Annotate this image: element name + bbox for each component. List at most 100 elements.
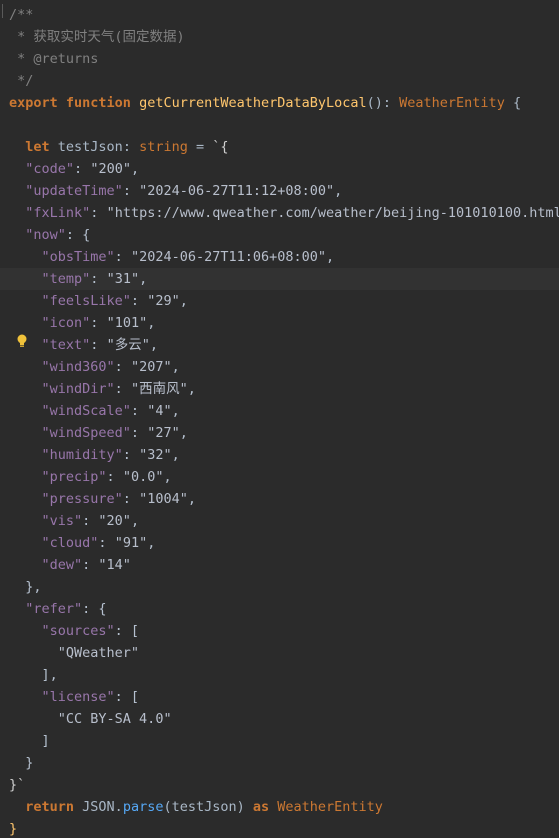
- code-line[interactable]: "code": "200",: [0, 158, 559, 180]
- code-token: parse: [122, 799, 164, 815]
- code-line[interactable]: ],: [0, 664, 559, 686]
- code-token: "icon": [41, 315, 91, 331]
- code-line[interactable]: let testJson: string = `{: [0, 136, 559, 158]
- code-line-text: "now": {: [9, 224, 90, 246]
- code-line[interactable]: "cloud": "91",: [0, 532, 559, 554]
- code-token: "now": [25, 227, 66, 243]
- code-line[interactable]: "wind360": "207",: [0, 356, 559, 378]
- code-token: :: [90, 315, 107, 331]
- code-line[interactable]: "vis": "20",: [0, 510, 559, 532]
- code-line[interactable]: /**: [0, 4, 559, 26]
- code-line[interactable]: "windSpeed": "27",: [0, 422, 559, 444]
- code-token: }`: [9, 777, 26, 793]
- code-token: function: [65, 95, 140, 111]
- code-line[interactable]: "feelsLike": "29",: [0, 290, 559, 312]
- code-token: "14": [98, 557, 131, 573]
- code-token: /**: [9, 7, 34, 23]
- code-token: "0.0": [122, 469, 164, 485]
- code-line[interactable]: "updateTime": "2024-06-27T11:12+08:00",: [0, 180, 559, 202]
- code-line[interactable]: ]: [0, 730, 559, 752]
- code-token: "text": [41, 337, 91, 353]
- code-token: }: [9, 821, 18, 837]
- code-line-text: * @returns: [9, 48, 98, 70]
- code-token: "refer": [25, 601, 83, 617]
- code-token: :: [90, 337, 107, 353]
- code-line[interactable]: }`: [0, 774, 559, 796]
- code-token: "CC BY-SA 4.0": [57, 711, 172, 727]
- code-editor[interactable]: /** * 获取实时天气(固定数据) * @returns */ export f…: [0, 0, 559, 838]
- code-token: :: [90, 271, 107, 287]
- code-token: :: [130, 425, 148, 441]
- code-line-text: ]: [9, 730, 50, 752]
- code-line[interactable]: "CC BY-SA 4.0": [0, 708, 559, 730]
- code-line[interactable]: * @returns: [0, 48, 559, 70]
- code-token: "200": [90, 161, 131, 177]
- code-token: "windDir": [41, 381, 115, 397]
- code-line[interactable]: "license": [: [0, 686, 559, 708]
- code-line[interactable]: return JSON.parse(testJson) as WeatherEn…: [0, 796, 559, 818]
- code-line-text: ],: [9, 664, 58, 686]
- code-token: "vis": [41, 513, 83, 529]
- code-line[interactable]: export function getCurrentWeatherDataByL…: [0, 92, 559, 114]
- code-token: :: [82, 557, 99, 573]
- code-line[interactable]: "humidity": "32",: [0, 444, 559, 466]
- code-token: "2024-06-27T11:06+08:00": [130, 249, 327, 265]
- code-line[interactable]: "fxLink": "https://www.qweather.com/weat…: [0, 202, 559, 224]
- code-token: "humidity": [41, 447, 123, 463]
- code-line[interactable]: "icon": "101",: [0, 312, 559, 334]
- code-token: "windSpeed": [41, 425, 131, 441]
- code-token: "obsTime": [41, 249, 115, 265]
- code-line[interactable]: "windDir": "西南风",: [0, 378, 559, 400]
- lightbulb-icon[interactable]: [17, 334, 27, 348]
- code-token: :: [74, 161, 91, 177]
- code-line-text: "vis": "20",: [9, 510, 140, 532]
- code-line-text: "license": [: [9, 686, 140, 708]
- code-line-text: "temp": "31",: [9, 268, 148, 290]
- code-line[interactable]: "windScale": "4",: [0, 400, 559, 422]
- fold-marker-icon[interactable]: [2, 4, 9, 18]
- code-line[interactable]: */: [0, 70, 559, 92]
- code-line[interactable]: }: [0, 818, 559, 838]
- code-token: :: [90, 205, 107, 221]
- code-token: ,: [187, 381, 196, 397]
- code-line[interactable]: "now": {: [0, 224, 559, 246]
- code-token: "29": [147, 293, 180, 309]
- code-line[interactable]: "refer": {: [0, 598, 559, 620]
- code-line[interactable]: "dew": "14": [0, 554, 559, 576]
- code-token: ,: [179, 293, 188, 309]
- code-token: export: [9, 95, 66, 111]
- code-line-text: "fxLink": "https://www.qweather.com/weat…: [9, 202, 559, 224]
- code-token: ,: [179, 425, 188, 441]
- code-line[interactable]: "sources": [: [0, 620, 559, 642]
- code-line-text: "CC BY-SA 4.0": [9, 708, 172, 730]
- code-token: */: [9, 73, 34, 89]
- code-token: "1004": [139, 491, 188, 507]
- code-line[interactable]: "text": "多云",: [0, 334, 559, 356]
- code-line[interactable]: [0, 114, 559, 136]
- code-token: * 获取实时天气(固定数据): [9, 29, 185, 45]
- code-token: ],: [9, 667, 58, 683]
- code-token: ]: [9, 733, 50, 749]
- code-line[interactable]: "precip": "0.0",: [0, 466, 559, 488]
- code-line[interactable]: "QWeather": [0, 642, 559, 664]
- code-line[interactable]: }: [0, 752, 559, 774]
- code-token: JSON: [82, 799, 115, 815]
- code-token: "91": [114, 535, 148, 551]
- code-line[interactable]: },: [0, 576, 559, 598]
- code-line[interactable]: "pressure": "1004",: [0, 488, 559, 510]
- code-line[interactable]: "obsTime": "2024-06-27T11:06+08:00",: [0, 246, 559, 268]
- code-token: "西南风": [130, 381, 188, 397]
- code-token: ,: [130, 513, 140, 529]
- code-line[interactable]: "temp": "31",: [0, 268, 559, 290]
- code-line[interactable]: * 获取实时天气(固定数据): [0, 26, 559, 48]
- code-token: :: [114, 381, 131, 397]
